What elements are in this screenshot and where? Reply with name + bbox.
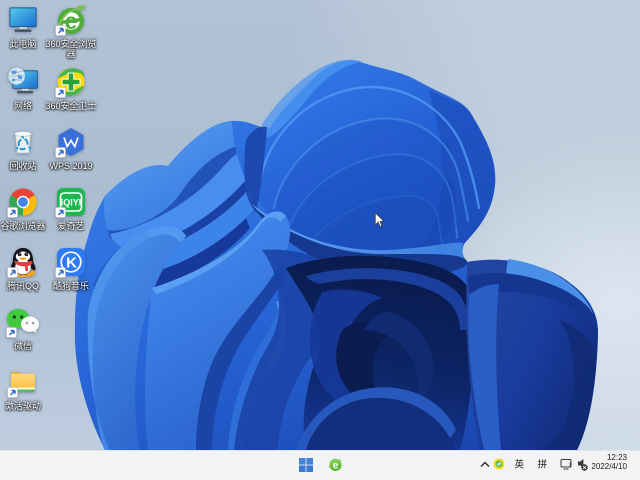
svg-text:iQIYI: iQIYI	[61, 197, 82, 207]
svg-text:英: 英	[515, 459, 525, 471]
svg-text:拼: 拼	[538, 459, 548, 471]
svg-text:K: K	[66, 255, 77, 272]
